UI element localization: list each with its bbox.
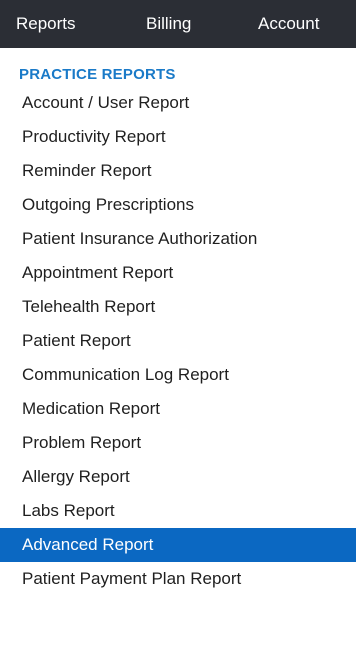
practice-reports-header: PRACTICE REPORTS bbox=[19, 66, 176, 83]
practice-reports-list: Account / User Report Productivity Repor… bbox=[0, 86, 356, 596]
menu-item-telehealth-report[interactable]: Telehealth Report bbox=[0, 290, 356, 324]
menu-item-reminder-report[interactable]: Reminder Report bbox=[0, 154, 356, 188]
menu-item-patient-payment-plan-report[interactable]: Patient Payment Plan Report bbox=[0, 562, 356, 596]
menu-item-medication-report[interactable]: Medication Report bbox=[0, 392, 356, 426]
menu-item-account-user-report[interactable]: Account / User Report bbox=[0, 86, 356, 120]
menu-item-outgoing-prescriptions[interactable]: Outgoing Prescriptions bbox=[0, 188, 356, 222]
menu-item-communication-log-report[interactable]: Communication Log Report bbox=[0, 358, 356, 392]
practice-reports-menu: PRACTICE REPORTS Account / User Report P… bbox=[0, 48, 356, 596]
menu-item-advanced-report[interactable]: Advanced Report bbox=[0, 528, 356, 562]
menu-item-allergy-report[interactable]: Allergy Report bbox=[0, 460, 356, 494]
menu-item-labs-report[interactable]: Labs Report bbox=[0, 494, 356, 528]
menu-item-patient-insurance-authorization[interactable]: Patient Insurance Authorization bbox=[0, 222, 356, 256]
menu-item-appointment-report[interactable]: Appointment Report bbox=[0, 256, 356, 290]
menu-item-patient-report[interactable]: Patient Report bbox=[0, 324, 356, 358]
menu-item-problem-report[interactable]: Problem Report bbox=[0, 426, 356, 460]
nav-reports[interactable]: Reports bbox=[16, 0, 76, 48]
top-nav: Reports Billing Account bbox=[0, 0, 356, 48]
nav-billing[interactable]: Billing bbox=[146, 0, 191, 48]
nav-account[interactable]: Account bbox=[258, 0, 319, 48]
menu-item-productivity-report[interactable]: Productivity Report bbox=[0, 120, 356, 154]
